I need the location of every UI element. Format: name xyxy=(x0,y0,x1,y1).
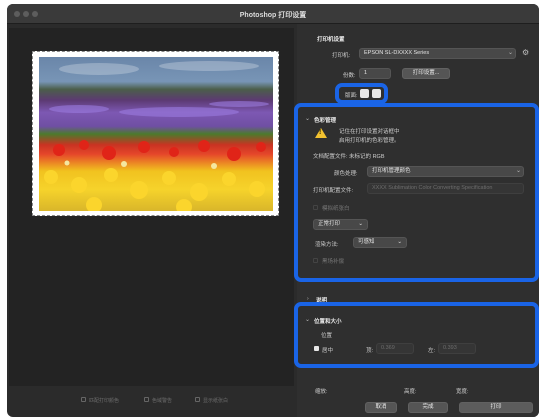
color-management-chevron-icon[interactable]: ⌄ xyxy=(305,115,310,122)
landscape-icon[interactable] xyxy=(372,89,381,98)
position-size-header: 位置和大小 xyxy=(314,319,342,325)
color-handling-value: 打印机管理颜色 xyxy=(372,168,411,174)
warning-text-line2: 启用打印机的色彩管理。 xyxy=(339,138,400,144)
flower-field-image xyxy=(44,61,269,211)
portrait-icon[interactable] xyxy=(360,89,369,98)
center-checkbox[interactable] xyxy=(314,346,319,351)
settings-panel: 打印机设置 打印机: EPSON SL-DXXXX Series ⌄ ⚙ 份数:… xyxy=(294,24,539,417)
color-management-header: 色彩管理 xyxy=(314,118,337,124)
black-point-label: 黑场补偿 xyxy=(322,259,345,265)
scale-label: 缩放: xyxy=(315,389,328,395)
cancel-button[interactable]: 取消 xyxy=(365,402,397,413)
done-button[interactable]: 完成 xyxy=(408,402,448,413)
left-input[interactable]: 0.393 xyxy=(438,343,476,354)
black-point-checkbox[interactable] xyxy=(313,258,318,263)
paper-white-preview-label: 显示纸张白 xyxy=(203,398,229,404)
warning-mark: ! xyxy=(319,129,322,136)
printer-profile-label: 打印机配置文件: xyxy=(313,188,354,194)
printer-select[interactable]: EPSON SL-DXXXX Series xyxy=(359,48,516,59)
match-colors-checkbox[interactable] xyxy=(81,397,86,402)
window-title: Photoshop 打印设置 xyxy=(239,12,307,19)
print-button[interactable]: 打印 xyxy=(459,402,533,413)
rendering-intent-select[interactable]: 可感知 ⌄ xyxy=(353,237,407,248)
paper-white-checkbox[interactable] xyxy=(313,205,318,210)
color-handling-select[interactable]: 打印机管理颜色 xyxy=(367,166,524,177)
preview-image[interactable] xyxy=(39,57,273,211)
rendering-intent-value: 可感知 xyxy=(358,239,375,245)
position-label: 位置 xyxy=(321,333,333,339)
gamut-warning-checkbox[interactable] xyxy=(144,397,149,402)
printer-profile-select[interactable]: XXXX Sublimation Color Converting Specif… xyxy=(367,183,524,194)
printer-select-value: EPSON SL-DXXXX Series xyxy=(364,50,430,56)
left-label: 左: xyxy=(428,348,436,354)
color-handling-label: 颜色处理: xyxy=(334,171,358,177)
gamut-warning-label: 色域警告 xyxy=(152,398,173,404)
rendering-intent-label: 渲染方法: xyxy=(315,242,339,248)
color-handling-chevron-icon: ⌄ xyxy=(516,168,522,174)
match-colors-label: 匹配打印颜色 xyxy=(89,398,120,404)
print-preview: 匹配打印颜色 色域警告 显示纸张白 xyxy=(9,28,294,404)
paper-white-label: 模拟纸张白 xyxy=(322,206,350,212)
layout-label: 版面: xyxy=(345,93,358,99)
top-value: 0.369 xyxy=(381,345,395,351)
warning-text-line1: 记住在打印设置对话框中 xyxy=(339,129,400,135)
copies-input[interactable]: 1 xyxy=(359,68,391,79)
position-size-chevron-icon[interactable]: ⌄ xyxy=(305,316,310,323)
copies-label: 份数: xyxy=(343,73,356,79)
title-bar: Photoshop 打印设置 xyxy=(7,4,539,24)
preview-page xyxy=(32,51,279,216)
printer-label: 打印机: xyxy=(332,53,351,59)
printer-select-chevron-icon: ⌄ xyxy=(508,50,514,56)
width-label: 宽度: xyxy=(456,389,469,395)
printer-options-icon[interactable]: ⚙ xyxy=(522,48,529,57)
top-input[interactable]: 0.369 xyxy=(376,343,414,354)
top-label: 顶: xyxy=(366,348,374,354)
left-value: 0.393 xyxy=(443,345,457,351)
height-label: 高度: xyxy=(404,389,417,395)
print-settings-window: Photoshop 打印设置 匹配打印颜色 色域警告 显示纸张白 打印机设置 打… xyxy=(7,4,539,417)
rendering-intent-chevron-icon: ⌄ xyxy=(397,239,402,245)
paper-white-preview-checkbox[interactable] xyxy=(195,397,200,402)
center-label: 居中 xyxy=(322,348,334,354)
proof-setup-select[interactable]: 正常打印 ⌄ xyxy=(313,219,368,230)
printer-setup-header: 打印机设置 xyxy=(317,37,345,43)
proof-setup-chevron-icon: ⌄ xyxy=(358,221,363,227)
copies-value: 1 xyxy=(364,70,368,76)
printer-profile-value: XXXX Sublimation Color Converting Specif… xyxy=(372,185,493,191)
document-profile-label: 文档配置文件: 未标记的 RGB xyxy=(313,154,385,160)
print-settings-button[interactable]: 打印设置... xyxy=(402,68,450,79)
proof-setup-value: 正常打印 xyxy=(318,221,341,227)
